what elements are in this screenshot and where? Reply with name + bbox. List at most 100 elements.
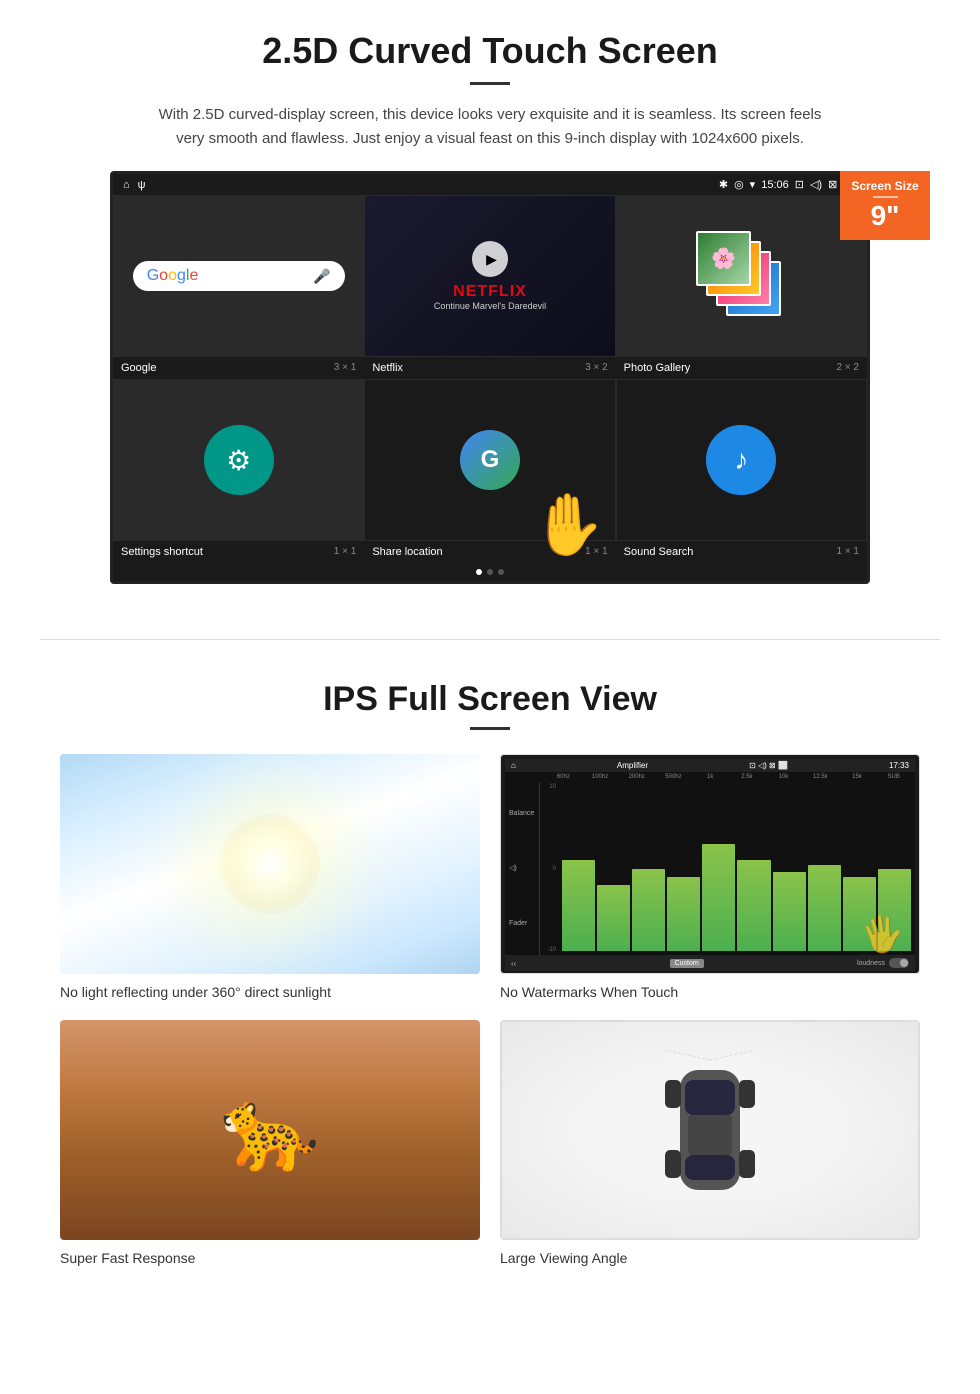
share-g-icon: G [460,430,520,490]
hand-icon: 🤚 [530,489,605,560]
car-label: Large Viewing Angle [500,1250,920,1266]
sound-label-row: Sound Search 1 × 1 [616,541,867,563]
device-screen: ⌂ ψ ✱ ◎ ▾ 15:06 ⊡ ◁) ⊠ ⬜ [110,171,870,584]
gear-icon: ⚙ [226,444,251,477]
wheel-fr [739,1080,755,1108]
netflix-logo: NETFLIX [453,283,527,301]
google-app-cell[interactable]: Google 🎤 [113,195,364,357]
feature-sunlight: No light reflecting under 360° direct su… [60,754,480,1000]
settings-size: 1 × 1 [334,546,357,558]
amp-status-bar: ⌂ Amplifier ⊡ ◁) ⊠ ⬜ 17:33 [505,759,915,772]
amp-freq-labels: 60hz 100hz 200hz 500hz 1k 2.5k 10k 12.5k… [546,774,911,780]
amplifier-visual: ⌂ Amplifier ⊡ ◁) ⊠ ⬜ 17:33 60hz 100hz 20… [501,755,919,974]
volume-icon: ◁) [810,178,822,191]
wifi-icon: ▾ [750,178,756,191]
amp-bars-container: 🖐 [558,782,915,955]
settings-app-cell[interactable]: ⚙ [113,379,364,541]
flower-icon: 🌸 [711,246,736,271]
g-letter-3: o [168,267,177,284]
g-letter-6: e [189,267,198,284]
app-grid-row1: Google 🎤 ▶ [113,195,867,357]
netflix-subtitle: Continue Marvel's Daredevil [434,301,546,311]
section2-title: IPS Full Screen View [60,680,920,719]
scale-0: 0 [542,866,556,872]
home-icon: ⌂ [123,179,130,191]
share-label: Share location [372,546,442,558]
loudness-toggle[interactable] [889,958,909,968]
sunlight-visual [60,754,480,974]
google-size: 3 × 1 [334,362,357,374]
netflix-label-row: Netflix 3 × 2 [364,357,615,379]
badge-size: 9" [850,201,920,232]
google-search-bar[interactable]: Google 🎤 [133,261,345,291]
freq-10k: 10k [766,774,801,780]
car-rear-window [685,1155,735,1180]
feature-watermarks: ⌂ Amplifier ⊡ ◁) ⊠ ⬜ 17:33 60hz 100hz 20… [500,754,920,1000]
amp-icons: ⊡ ◁) ⊠ ⬜ [749,761,788,770]
sun-glow [220,814,320,914]
sound-search-app-cell[interactable]: ♪ [616,379,867,541]
amp-time: 17:33 [889,761,909,770]
freq-12k5: 12.5k [803,774,838,780]
sound-label: Sound Search [624,546,694,558]
section1-description: With 2.5D curved-display screen, this de… [150,103,830,151]
amp-footer: ‹‹ Custom loudness [505,955,915,971]
app-labels-row1: Google 3 × 1 Netflix 3 × 2 Photo Gallery… [113,357,867,379]
photo-gallery-app-cell[interactable]: 🌸 [616,195,867,357]
bar-8 [808,865,841,951]
bar-1 [562,860,595,951]
badge-underline [873,196,898,198]
amp-freq-spacer [509,774,544,780]
netflix-play-button[interactable]: ▶ [472,241,508,277]
section-ips: IPS Full Screen View No light reflecting… [0,670,980,1296]
netflix-label: Netflix [372,362,403,374]
bluetooth-icon: ✱ [719,178,728,191]
share-cell-inner: G 🤚 [365,380,614,540]
sound-size: 1 × 1 [836,546,859,558]
section-divider [40,639,940,640]
status-bar-left: ⌂ ψ [123,179,146,191]
app-grid-row2: ⚙ G 🤚 [113,379,867,541]
amp-title: Amplifier [617,761,648,770]
scale-10: 10 [542,784,556,790]
amp-nav-back: ‹‹ [511,959,516,968]
bar-7 [773,872,806,951]
g-letter-2: o [159,267,168,284]
amp-volume-icon: ◁) [509,864,517,872]
time-display: 15:06 [761,179,789,191]
gallery-cell-inner: 🌸 [617,196,866,356]
cheetah-emoji: 🐆 [220,1083,320,1177]
netflix-app-cell[interactable]: ▶ NETFLIX Continue Marvel's Daredevil [364,195,615,357]
scale-n10: -10 [542,947,556,953]
custom-button[interactable]: Custom [670,959,704,968]
freq-100: 100hz [583,774,618,780]
amp-loudness-area: loudness [857,958,909,968]
netflix-content: ▶ NETFLIX Continue Marvel's Daredevil [434,241,546,311]
music-note-icon: ♪ [734,444,748,476]
page: 2.5D Curved Touch Screen With 2.5D curve… [0,0,980,1296]
car-visual [501,1021,919,1239]
bar-2 [597,885,630,951]
section1-title: 2.5D Curved Touch Screen [60,30,920,72]
sound-icon-circle: ♪ [706,425,776,495]
amp-balance-label: Balance [509,810,535,817]
loudness-label: loudness [857,960,885,967]
freq-200: 200hz [619,774,654,780]
feature-cheetah: 🐆 Super Fast Response [60,1020,480,1266]
feature-grid: No light reflecting under 360° direct su… [60,754,920,1266]
badge-unit: " [886,200,899,231]
settings-cell-inner: ⚙ [114,380,363,540]
amp-scale: 10 0 -10 [540,782,558,955]
amp-fader-label: Fader [509,920,535,927]
wheel-rl [665,1150,681,1178]
freq-15k: 15k [840,774,875,780]
amp-home-icon: ⌂ [511,761,516,770]
status-bar-right: ✱ ◎ ▾ 15:06 ⊡ ◁) ⊠ ⬜ [719,178,857,191]
car-roof [688,1115,732,1155]
netflix-cell-inner: ▶ NETFLIX Continue Marvel's Daredevil [365,196,614,356]
play-icon: ▶ [486,251,497,268]
car-windshield [685,1080,735,1115]
share-location-app-cell[interactable]: G 🤚 [364,379,615,541]
toggle-knob [900,959,908,967]
bar-3 [632,869,665,952]
